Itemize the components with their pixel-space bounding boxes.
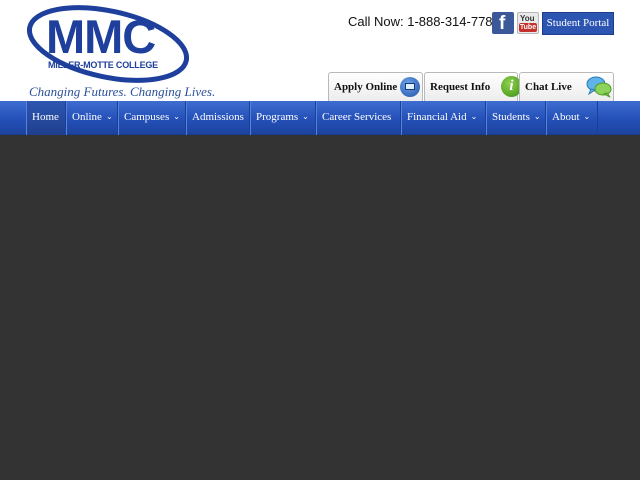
- monitor-icon: [400, 77, 420, 97]
- nav-item-programs[interactable]: Programs ⌄: [250, 101, 316, 135]
- call-now-phone[interactable]: Call Now: 1-888-314-7780: [348, 14, 500, 29]
- nav-label: Home: [32, 111, 59, 123]
- nav-label: Admissions: [192, 111, 244, 123]
- chevron-down-icon: ⌄: [105, 112, 113, 121]
- youtube-tube-text: Tube: [519, 23, 537, 32]
- youtube-you-text: You: [520, 14, 535, 23]
- site-header: MMC MILLER-MOTTE COLLEGE Changing Future…: [0, 0, 640, 101]
- request-info-label: Request Info: [430, 81, 491, 93]
- nav-item-about[interactable]: About ⌄: [546, 101, 598, 135]
- nav-item-financial-aid[interactable]: Financial Aid ⌄: [401, 101, 486, 135]
- nav-label: Online: [72, 111, 102, 123]
- main-content-area: [0, 135, 640, 480]
- nav-label: About: [552, 111, 580, 123]
- nav-item-home[interactable]: Home: [26, 101, 66, 135]
- facebook-icon[interactable]: f: [492, 12, 514, 34]
- apply-online-label: Apply Online: [334, 81, 398, 93]
- chat-bubbles-icon: [586, 75, 612, 99]
- facebook-glyph: f: [499, 13, 506, 34]
- logo-mark: MMC: [46, 10, 156, 63]
- chat-live-tab[interactable]: Chat Live: [519, 72, 614, 101]
- nav-label: Programs: [256, 111, 299, 123]
- tagline: Changing Futures. Changing Lives.: [29, 84, 216, 99]
- apply-online-tab[interactable]: Apply Online: [328, 72, 423, 101]
- request-info-tab[interactable]: Request Info i: [424, 72, 522, 101]
- nav-item-career-services[interactable]: Career Services: [316, 101, 401, 135]
- logo-college-name: MILLER-MOTTE COLLEGE: [48, 60, 158, 70]
- nav-item-online[interactable]: Online ⌄: [66, 101, 118, 135]
- student-portal-button[interactable]: Student Portal: [542, 12, 614, 35]
- nav-label: Financial Aid: [407, 111, 467, 123]
- main-nav: Home Online ⌄ Campuses ⌄ Admissions Progra…: [0, 101, 640, 135]
- chevron-down-icon: ⌄: [302, 112, 309, 121]
- chevron-down-icon: ⌄: [470, 112, 478, 121]
- chat-live-label: Chat Live: [525, 81, 572, 93]
- chevron-down-icon: ⌄: [583, 112, 591, 121]
- nav-item-admissions[interactable]: Admissions: [186, 101, 250, 135]
- college-logo[interactable]: MMC MILLER-MOTTE COLLEGE: [26, 2, 191, 84]
- nav-label: Campuses: [124, 111, 170, 123]
- nav-item-students[interactable]: Students ⌄: [486, 101, 546, 135]
- nav-label: Students: [492, 111, 530, 123]
- nav-label: Career Services: [322, 111, 392, 123]
- chevron-down-icon: ⌄: [173, 112, 180, 121]
- nav-item-campuses[interactable]: Campuses ⌄: [118, 101, 186, 135]
- youtube-icon[interactable]: You Tube: [517, 12, 539, 34]
- chevron-down-icon: ⌄: [533, 112, 541, 121]
